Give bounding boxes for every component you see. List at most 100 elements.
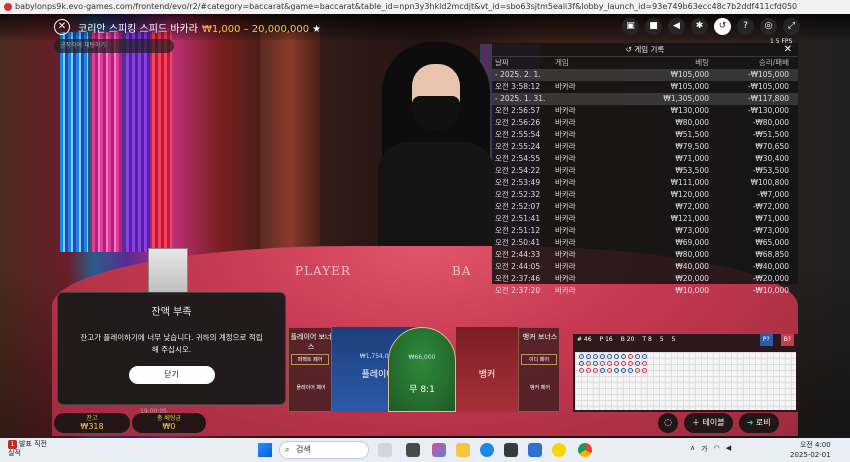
- taskbar-search[interactable]: ⌕ 검색: [279, 441, 369, 459]
- player-ask-tag[interactable]: P?: [759, 334, 773, 346]
- help-icon[interactable]: ?: [737, 18, 754, 35]
- banker-side-bets[interactable]: 뱅커 보너스 이디 페어 뱅커 페어: [518, 327, 560, 412]
- history-cell: ₩79,500: [675, 142, 709, 151]
- history-cell: ₩71,000: [755, 214, 789, 223]
- banker-ask-tag[interactable]: B?: [780, 334, 794, 346]
- bottom-controls: ◌ ＋ 테이블 ➜ 로비: [658, 413, 779, 433]
- history-icon[interactable]: ↺: [714, 18, 731, 35]
- balance-value: ₩318: [80, 422, 104, 431]
- dealer-video: [376, 42, 496, 272]
- player-bonus-label[interactable]: 플레이어 보너스: [289, 332, 333, 352]
- history-cell: 오전 2:52:32: [495, 190, 541, 199]
- history-cell: ₩51,500: [675, 130, 709, 139]
- chat-input[interactable]: 공작하여 채팅하기: [54, 39, 174, 53]
- table-button-label: 테이블: [702, 418, 725, 427]
- either-pair-label[interactable]: 이디 페어: [521, 354, 557, 365]
- column-header: 날짜: [495, 58, 509, 67]
- game-title: 코리안 스피킹 스피드 바카라 ₩1,000 – 20,000,000 ★: [78, 20, 321, 35]
- banker-bet-spot[interactable]: 뱅커: [456, 327, 518, 412]
- task-view-icon[interactable]: [406, 443, 420, 457]
- chat-icon[interactable]: ▣: [622, 18, 639, 35]
- tray-chevron-icon[interactable]: ∧: [690, 444, 695, 454]
- url-text[interactable]: babylonps9k.evo-games.com/frontend/evo/r…: [15, 0, 797, 14]
- volume-icon[interactable]: ◀: [726, 444, 731, 454]
- banker-bonus-label[interactable]: 뱅커 보너스: [519, 332, 561, 342]
- history-row: 오전 2:55:24 바카라 ₩79,500 ₩70,650: [492, 141, 798, 153]
- tie-count: T 8: [642, 336, 652, 343]
- zebra-app-icon[interactable]: [378, 443, 392, 457]
- road-bead: [642, 368, 647, 373]
- road-bead: [586, 361, 591, 366]
- scoreboard-roadmap[interactable]: # 46 P 16 B 20 T 8 5 5 P? B?: [573, 334, 798, 412]
- news-widget[interactable]: 1 발표 직전 실적: [8, 440, 47, 458]
- history-row: 오전 2:56:57 바카라 ₩130,000 -₩130,000: [492, 105, 798, 117]
- history-cell: 바카라: [555, 274, 576, 283]
- copilot-icon[interactable]: [432, 443, 446, 457]
- store-icon[interactable]: [504, 443, 518, 457]
- lobby-button[interactable]: ➜ 로비: [738, 413, 779, 433]
- road-bead: [614, 354, 619, 359]
- player-side-bets[interactable]: 플레이어 보너스 퍼펙트 페어 플레이어 페어: [288, 327, 332, 412]
- history-cell: 바카라: [555, 202, 576, 211]
- ime-indicator[interactable]: 가: [701, 444, 707, 454]
- banker-pair-label[interactable]: 뱅커 페어: [519, 384, 561, 391]
- perfect-pair-label[interactable]: 퍼펙트 페어: [291, 354, 329, 365]
- history-cell: ₩65,000: [755, 238, 789, 247]
- player-pair-label[interactable]: 플레이어 페어: [289, 384, 333, 391]
- chip-stack-icon[interactable]: ◌: [658, 413, 678, 433]
- road-bead: [621, 361, 626, 366]
- browser-url-bar[interactable]: babylonps9k.evo-games.com/frontend/evo/r…: [0, 0, 850, 14]
- network-icon[interactable]: ◠: [714, 444, 720, 454]
- history-cell: ₩20,000: [675, 274, 709, 283]
- road-bead: [586, 368, 591, 373]
- plus-icon: ＋: [692, 418, 703, 427]
- history-cell: 바카라: [555, 106, 576, 115]
- close-icon[interactable]: ✕: [54, 19, 70, 35]
- history-row: 오전 2:54:55 바카라 ₩71,000 ₩30,400: [492, 153, 798, 165]
- close-history-icon[interactable]: ✕: [784, 43, 792, 57]
- player-wins-count: P 16: [599, 336, 613, 343]
- road-bead: [635, 361, 640, 366]
- sound-icon[interactable]: ◀: [668, 18, 685, 35]
- system-tray[interactable]: ∧ 가 ◠ ◀: [690, 444, 731, 454]
- history-cell: ₩72,000: [675, 202, 709, 211]
- history-cell: ₩53,500: [675, 166, 709, 175]
- clock[interactable]: 오전 4:00 2025-02-01: [790, 440, 831, 460]
- history-cell: 바카라: [555, 82, 576, 91]
- mail-icon[interactable]: [528, 443, 542, 457]
- history-cell: -₩40,000: [752, 262, 789, 271]
- windows-start-icon[interactable]: [258, 443, 272, 457]
- history-cell: 바카라: [555, 142, 576, 151]
- curtain-backdrop: [60, 32, 88, 252]
- history-title: 게임 기록: [634, 45, 665, 54]
- tie-total-amount: ₩66,000: [408, 354, 436, 361]
- arrow-icon: ➜: [746, 418, 756, 427]
- tie-bet-spot[interactable]: ₩66,000 무 8:1: [388, 327, 456, 412]
- road-bead: [607, 368, 612, 373]
- total-bet-value: ₩0: [162, 422, 176, 431]
- gear-icon[interactable]: ✱: [691, 18, 708, 35]
- edge-icon[interactable]: [480, 443, 494, 457]
- history-cell: -₩130,000: [747, 106, 789, 115]
- lobby-icon[interactable]: ◎: [760, 18, 777, 35]
- table-button[interactable]: ＋ 테이블: [684, 413, 733, 433]
- history-date-row: - 2025. 2. 1. ₩105,000 -₩105,000: [492, 69, 798, 81]
- history-cell: ₩120,000: [670, 190, 709, 199]
- road-bead: [586, 354, 591, 359]
- file-explorer-icon[interactable]: [456, 443, 470, 457]
- chrome-icon[interactable]: [578, 443, 592, 457]
- road-bead: [614, 361, 619, 366]
- history-cell: 오전 2:56:57: [495, 106, 541, 115]
- banker-wins-count: B 20: [620, 336, 635, 343]
- close-dialog-button[interactable]: 닫기: [128, 366, 215, 384]
- history-cell: ₩121,000: [670, 214, 709, 223]
- fullscreen-icon[interactable]: ⤢: [783, 18, 800, 35]
- road-bead: [579, 368, 584, 373]
- history-cell: ₩73,000: [675, 226, 709, 235]
- kakaotalk-icon[interactable]: [552, 443, 566, 457]
- video-icon[interactable]: ■: [645, 18, 662, 35]
- history-cell: ₩70,650: [755, 142, 789, 151]
- favorite-star-icon[interactable]: ★: [312, 24, 321, 35]
- history-cell: -₩7,000: [757, 190, 789, 199]
- history-cell: 오전 2:37:46: [495, 274, 541, 283]
